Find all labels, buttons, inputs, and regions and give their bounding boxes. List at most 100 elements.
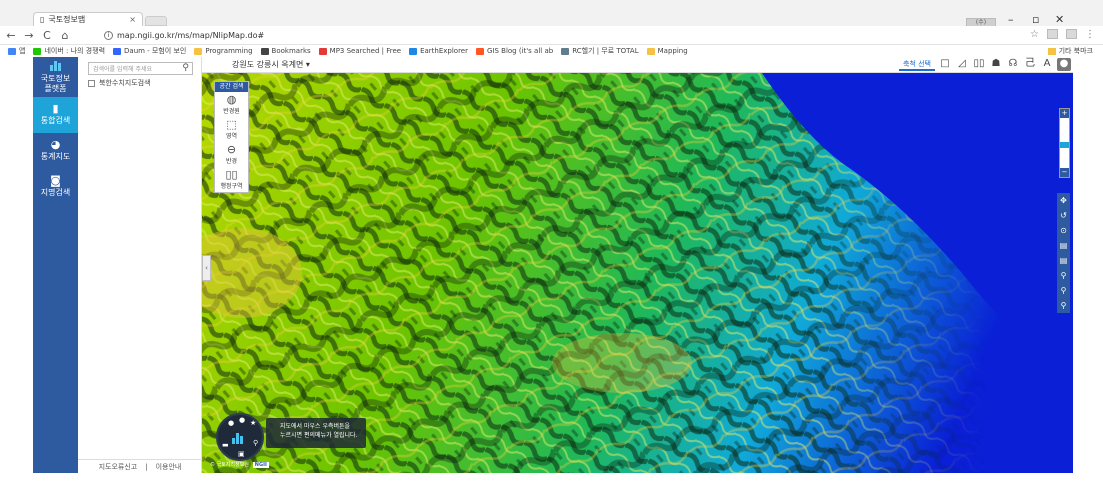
text-icon[interactable]: 己 (1023, 58, 1037, 71)
extension-icon[interactable] (1066, 29, 1077, 39)
radius-icon: ⊖ (226, 143, 237, 156)
user-icon[interactable]: ● (1057, 58, 1071, 71)
spatial-item-label: 행정구역 (220, 183, 243, 190)
url-field[interactable]: i map.ngii.go.kr/ms/map/NlipMap.do# (104, 29, 1020, 42)
single-map-icon[interactable]: □ (938, 58, 952, 71)
map-canvas[interactable]: 공간 검색 ◍ 반경원 ⬚ 영역 ⊖ 반경 ▯▯ 행정구역 ‹ + − ✥ ↺ … (202, 73, 1073, 473)
nav-item-integrated-search[interactable]: ▮ 통합검색 (33, 97, 78, 133)
scale-select-button[interactable]: 축척 선택 (899, 59, 935, 71)
zoom-icon[interactable]: ⚲ (1057, 283, 1070, 298)
window-close-icon[interactable]: ✕ (1055, 13, 1064, 26)
close-icon[interactable]: × (129, 15, 136, 24)
list-icon[interactable]: ▤ (1057, 238, 1070, 253)
zoom-icon[interactable]: ⚲ (1057, 298, 1070, 313)
bookmark-other[interactable]: 기타 북마크 (1047, 46, 1093, 56)
quick-menu-wheel[interactable]: ● ● ★ ▬ ⚲ ▣ (216, 413, 264, 461)
region-selector[interactable]: 강원도 강릉시 옥계면 ▾ (232, 59, 310, 70)
checkbox[interactable] (88, 79, 95, 87)
extension-icon[interactable] (1047, 29, 1058, 39)
north-korea-map-option[interactable]: 북한수치지도검색 (88, 78, 151, 88)
nav-item-statistics-map[interactable]: ◕ 통계지도 (33, 133, 78, 169)
address-bar: ← → C ⌂ i map.ngii.go.kr/ms/map/NlipMap.… (0, 26, 1103, 45)
pan-icon[interactable]: ✥ (1057, 193, 1070, 208)
star-icon[interactable]: ☆ (1030, 29, 1039, 40)
zoom-slider-knob[interactable] (1060, 142, 1069, 148)
reload-button[interactable]: C (40, 29, 54, 42)
bookmark-item[interactable]: Mapping (646, 47, 688, 55)
measure-icon[interactable]: ◿ (955, 58, 969, 71)
spatial-search-admin[interactable]: ▯▯ 행정구역 (215, 167, 248, 192)
report-map-error-link[interactable]: 지도오류신고 (99, 462, 138, 472)
menu-icon[interactable]: ⋮ (1085, 29, 1095, 40)
usage-guide-link[interactable]: 이용안내 (156, 462, 182, 472)
pin-icon[interactable]: ● (228, 419, 234, 427)
split-map-icon[interactable]: ▯▯ (972, 58, 986, 71)
spatial-search-radius-circle[interactable]: ◍ 반경원 (215, 92, 248, 117)
zoom-slider[interactable] (1060, 118, 1069, 168)
zoom-in-button[interactable]: + (1060, 109, 1069, 118)
font-icon[interactable]: A (1040, 58, 1054, 71)
bookmark-item[interactable]: RC헬기 | 무료 TOTAL (561, 46, 639, 56)
minimize-icon[interactable]: – (1008, 13, 1014, 26)
refresh-icon[interactable]: ↺ (1057, 208, 1070, 223)
zoom-out-button[interactable]: − (1060, 168, 1069, 177)
bookmark-icon (8, 47, 16, 55)
url-text: map.ngii.go.kr/ms/map/NlipMap.do# (117, 31, 265, 40)
folder-icon (1047, 47, 1056, 55)
search-panel: 검색어를 입력해 주세요 ⚲ 북한수치지도검색 지도오류신고 | 이용안내 (78, 57, 202, 473)
bookmark-item[interactable]: MP3 Searched | Free (318, 47, 401, 55)
bookmark-item[interactable]: 앱 (8, 46, 25, 56)
bookmark-other-label: 기타 북마크 (1058, 47, 1093, 55)
map-book-icon: ▯▯ (225, 168, 238, 181)
search-placeholder: 검색어를 입력해 주세요 (93, 66, 153, 73)
star-icon[interactable]: ★ (250, 419, 256, 427)
bookmark-label: EarthExplorer (420, 47, 468, 55)
area-icon: ⬚ (226, 118, 237, 131)
browser-tab[interactable]: ▯ 국토정보맵 × (33, 12, 143, 26)
search-icon[interactable]: ⚲ (253, 439, 258, 447)
bookmark-item[interactable]: EarthExplorer (409, 47, 468, 55)
new-tab-button[interactable] (145, 16, 167, 26)
browser-tabbar: ▯ 국토정보맵 × (수) – ▫ ✕ (0, 0, 1103, 28)
map-toolbar: 강원도 강릉시 옥계면 ▾ 축척 선택 □ ◿ ▯▯ ☗ ☊ 己 A ● (202, 57, 1073, 73)
search-input[interactable]: 검색어를 입력해 주세요 ⚲ (88, 62, 193, 75)
bookmark-icon (260, 47, 269, 55)
stats-icon (232, 430, 248, 444)
layer-icon[interactable]: ☗ (989, 58, 1003, 71)
globe-icon: ◍ (226, 93, 237, 106)
search-icon[interactable]: ⚲ (182, 63, 189, 73)
home-button[interactable]: ⌂ (58, 29, 72, 42)
copyright: © 국토지리정보원 NGII (210, 461, 269, 468)
bookmark-item[interactable]: Programming (194, 47, 253, 55)
nav-item-label: 통합검색 (40, 116, 71, 125)
bookmark-item[interactable]: Daum - 모험이 보인 (113, 46, 186, 56)
spatial-search-area[interactable]: ⬚ 영역 (215, 117, 248, 142)
spatial-search-radius[interactable]: ⊖ 반경 (215, 142, 248, 167)
bookmark-icon[interactable]: ☊ (1006, 58, 1020, 71)
zoom-icon[interactable]: ⚲ (1057, 268, 1070, 283)
bookmark-item[interactable]: Bookmarks (260, 47, 311, 55)
print-icon[interactable]: ▬ (222, 441, 229, 449)
image-icon[interactable]: ▣ (238, 450, 245, 458)
pin-icon[interactable]: ● (239, 416, 245, 424)
locate-icon[interactable]: ⊙ (1057, 223, 1070, 238)
info-icon[interactable]: i (104, 31, 113, 40)
list-icon[interactable]: ▤ (1057, 253, 1070, 268)
bookmark-label: Daum - 모험이 보인 (124, 47, 187, 55)
footer-separator: | (145, 462, 148, 471)
back-button[interactable]: ← (4, 29, 18, 42)
nav-item-place-search[interactable]: ◙ 지명검색 (33, 169, 78, 205)
spatial-item-label: 영역 (225, 133, 238, 140)
forward-button[interactable]: → (22, 29, 36, 42)
bookmark-icon (646, 47, 655, 55)
maximize-icon[interactable]: ▫ (1032, 13, 1039, 26)
bookmark-item[interactable]: GIS Blog (it's all ab (475, 47, 553, 55)
panel-collapse-button[interactable]: ‹ (202, 255, 211, 281)
mouse-icon: ▮ (52, 102, 59, 115)
nav-item-platform[interactable]: 국토정보 플랫폼 (33, 57, 78, 97)
ngii-badge: NGII (252, 461, 269, 468)
bookmark-item[interactable]: 네이버 : 나의 경쟁력 (33, 46, 105, 56)
left-nav: 국토정보 플랫폼 ▮ 통합검색 ◕ 통계지도 ◙ 지명검색 (33, 57, 78, 473)
address-actions: ☆ ⋮ (1030, 29, 1095, 40)
terrain-raster (202, 73, 1073, 473)
